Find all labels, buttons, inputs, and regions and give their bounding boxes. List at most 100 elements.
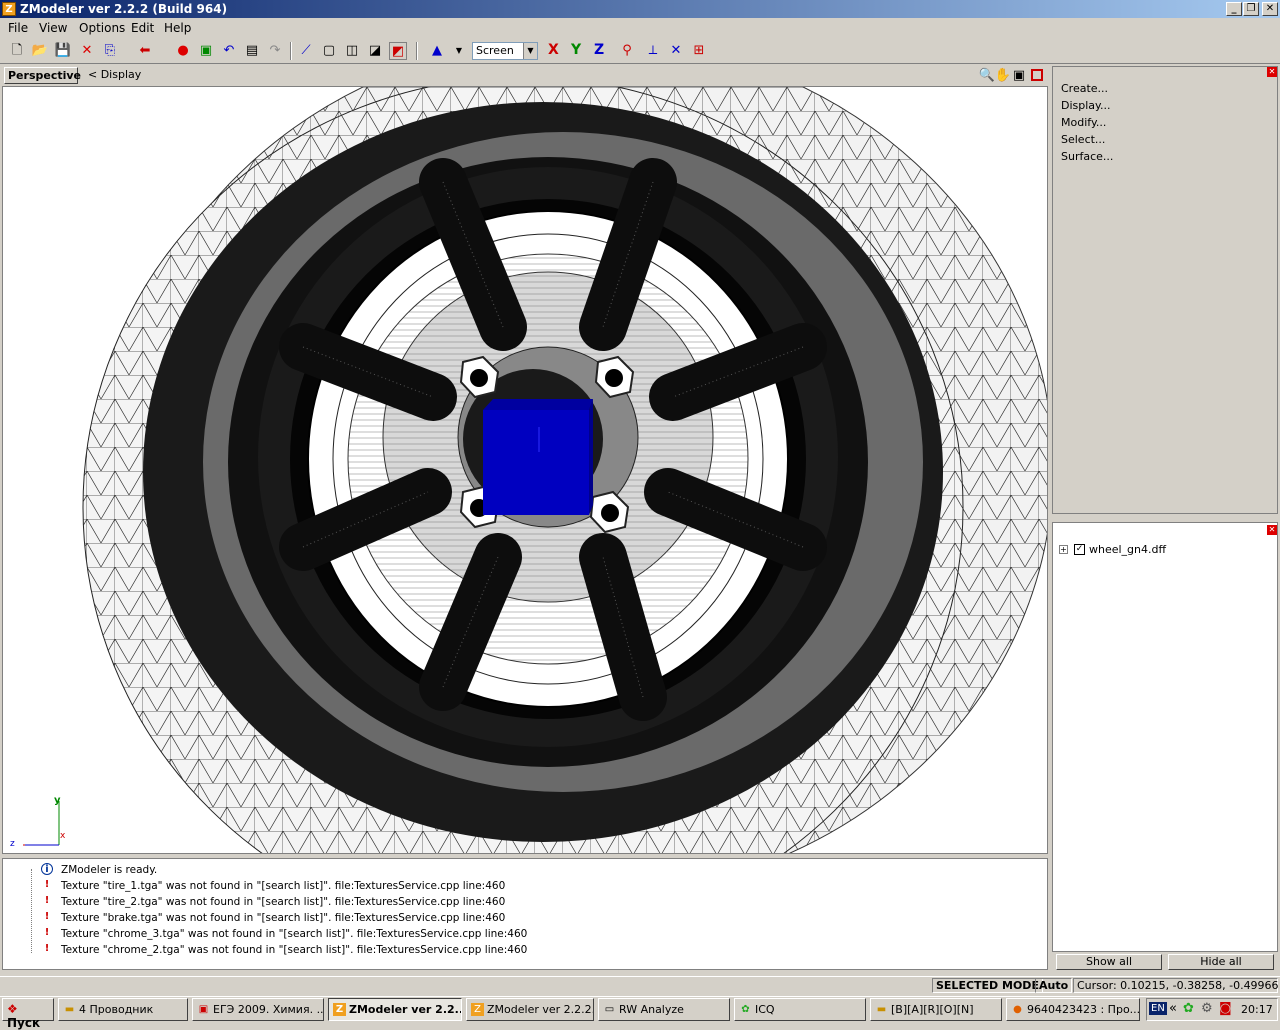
app-icon: Z bbox=[2, 2, 16, 16]
object-mode-icon[interactable]: ◪ bbox=[366, 42, 384, 60]
task-zmodeler-active[interactable]: Z ZModeler ver 2.2... bbox=[328, 998, 462, 1021]
export-icon[interactable]: ⬅ bbox=[136, 42, 154, 60]
hierarchy-panel: ✕ + ✓ wheel_gn4.dff bbox=[1052, 522, 1278, 952]
tree-checkbox[interactable]: ✓ bbox=[1074, 544, 1085, 555]
task-zmodeler[interactable]: Z ZModeler ver 2.2.2... bbox=[466, 998, 594, 1021]
folder-icon: ▬ bbox=[64, 1004, 75, 1015]
task-label: ZModeler ver 2.2... bbox=[349, 1003, 462, 1016]
redo-icon[interactable]: ↷ bbox=[266, 42, 284, 60]
task-explorer[interactable]: ▬ 4 Проводник bbox=[58, 998, 188, 1021]
axis-gizmo-icon[interactable]: ⟂ bbox=[644, 42, 662, 60]
record-icon[interactable]: ● bbox=[174, 42, 192, 60]
maximize-button[interactable]: ❐ bbox=[1243, 2, 1259, 16]
error-icon: ! bbox=[44, 895, 50, 906]
error-icon: ! bbox=[44, 911, 50, 922]
new-file-icon[interactable]: 🗋 bbox=[8, 42, 26, 60]
delete-icon[interactable]: ✕ bbox=[78, 42, 96, 60]
magnet-icon[interactable]: ⚲ bbox=[618, 42, 636, 60]
undo-icon[interactable]: ↶ bbox=[220, 42, 238, 60]
cmd-display[interactable]: Display... bbox=[1061, 99, 1110, 112]
start-button[interactable]: ❖ Пуск bbox=[2, 998, 54, 1030]
task-folder-baron[interactable]: ▬ [B][A][R][O][N] bbox=[870, 998, 1002, 1021]
axis-x-button[interactable]: X bbox=[548, 42, 559, 58]
edge-mode-icon[interactable]: ▢ bbox=[320, 42, 338, 60]
language-indicator[interactable]: EN bbox=[1149, 1002, 1167, 1015]
viewport-header bbox=[2, 65, 1048, 85]
antivirus-tray-icon[interactable]: ◙ bbox=[1219, 1001, 1232, 1016]
chevron-down-icon[interactable]: ▼ bbox=[523, 43, 537, 59]
menu-options[interactable]: Options bbox=[79, 21, 125, 35]
view-mode-select[interactable]: Screen ▼ bbox=[472, 42, 538, 60]
close-button[interactable]: ✕ bbox=[1262, 2, 1278, 16]
cmd-create[interactable]: Create... bbox=[1061, 82, 1108, 95]
axis-gizmo bbox=[23, 801, 60, 846]
status-mode: SELECTED MODE bbox=[932, 978, 1043, 993]
toolbar: 🗋 📂 💾 ✕ ⎘ ⬅ ● ▣ ↶ ▤ ↷ ⟋ ▢ ◫ ◪ ◩ ▲ ▼ ⚲ ⟂ … bbox=[0, 38, 1280, 64]
task-label: 4 Проводник bbox=[79, 1003, 154, 1016]
open-folder-icon[interactable]: 📂 bbox=[31, 42, 49, 60]
tree-expand-icon[interactable]: + bbox=[1059, 545, 1068, 554]
task-rw-analyze[interactable]: ▭ RW Analyze bbox=[598, 998, 730, 1021]
axis-z-button[interactable]: Z bbox=[594, 42, 604, 58]
folder-icon: ▬ bbox=[876, 1004, 887, 1015]
show-all-button[interactable]: Show all bbox=[1056, 954, 1162, 970]
log-line: Texture "tire_1.tga" was not found in "[… bbox=[61, 880, 506, 892]
task-pdf[interactable]: ▣ ЕГЭ 2009. Химия. ... bbox=[192, 998, 324, 1021]
stop-icon[interactable] bbox=[1031, 69, 1043, 81]
tree-item-wheel[interactable]: wheel_gn4.dff bbox=[1089, 543, 1166, 556]
menu-bar: File View Options Edit Help bbox=[0, 18, 1280, 38]
axis-y-button[interactable]: Y bbox=[571, 42, 581, 58]
cmd-modify[interactable]: Modify... bbox=[1061, 116, 1106, 129]
maximize-viewport-icon[interactable]: ▣ bbox=[1010, 67, 1028, 85]
cube-mode-icon[interactable]: ◩ bbox=[389, 42, 407, 60]
log-line: Texture "chrome_3.tga" was not found in … bbox=[61, 928, 528, 940]
task-label: RW Analyze bbox=[619, 1003, 684, 1016]
firefox-icon: ● bbox=[1013, 1004, 1022, 1015]
menu-file[interactable]: File bbox=[8, 21, 28, 35]
breadcrumb[interactable]: < Display bbox=[88, 68, 141, 81]
clock: 20:17 bbox=[1241, 1003, 1273, 1016]
cmd-surface[interactable]: Surface... bbox=[1061, 150, 1113, 163]
start-label: Пуск bbox=[7, 1016, 41, 1030]
cmd-select[interactable]: Select... bbox=[1061, 133, 1105, 146]
axis-x-label: x bbox=[60, 831, 66, 841]
save-icon[interactable]: 💾 bbox=[54, 42, 72, 60]
document-icon[interactable]: ▤ bbox=[243, 42, 261, 60]
vertex-mode-icon[interactable]: ⟋ bbox=[297, 42, 315, 60]
window-icon: ▭ bbox=[604, 1004, 615, 1015]
import-icon[interactable]: ⎘ bbox=[101, 42, 119, 60]
window-title: ZModeler ver 2.2.2 (Build 964) bbox=[20, 2, 228, 16]
tools-tray-icon[interactable]: ⚙ bbox=[1201, 1001, 1213, 1016]
minimize-button[interactable]: _ bbox=[1226, 2, 1242, 16]
tree-line bbox=[31, 869, 32, 953]
axis-cross-icon[interactable]: ✕ bbox=[667, 42, 685, 60]
log-line: Texture "brake.tga" was not found in "[s… bbox=[61, 912, 506, 924]
face-mode-icon[interactable]: ◫ bbox=[343, 42, 361, 60]
error-icon: ! bbox=[44, 879, 50, 890]
3d-viewport[interactable]: y z x bbox=[2, 86, 1048, 854]
task-label: ZModeler ver 2.2.2... bbox=[487, 1003, 594, 1016]
menu-view[interactable]: View bbox=[39, 21, 67, 35]
close-icon[interactable]: ✕ bbox=[1267, 67, 1277, 77]
pointer-icon[interactable]: ▲ bbox=[428, 42, 446, 60]
menu-edit[interactable]: Edit bbox=[131, 21, 154, 35]
task-label: 9640423423 : Про... bbox=[1027, 1003, 1140, 1016]
error-icon: ! bbox=[44, 943, 50, 954]
menu-help[interactable]: Help bbox=[164, 21, 191, 35]
tab-perspective[interactable]: Perspective bbox=[4, 67, 81, 84]
task-firefox[interactable]: ● 9640423423 : Про... bbox=[1006, 998, 1140, 1021]
task-label: ЕГЭ 2009. Химия. ... bbox=[213, 1003, 324, 1016]
tray-expand-icon[interactable]: « bbox=[1169, 1001, 1177, 1016]
log-panel: i ZModeler is ready. ! Texture "tire_1.t… bbox=[2, 858, 1048, 970]
chevron-down-icon[interactable]: ▼ bbox=[450, 42, 468, 60]
task-icq[interactable]: ✿ ICQ bbox=[734, 998, 866, 1021]
icq-tray-icon[interactable]: ✿ bbox=[1183, 1001, 1194, 1016]
axis-z-label: z bbox=[10, 839, 15, 849]
hide-all-button[interactable]: Hide all bbox=[1168, 954, 1274, 970]
axis-y-label: y bbox=[54, 795, 61, 806]
title-bar[interactable]: Z ZModeler ver 2.2.2 (Build 964) _ ❐ ✕ bbox=[0, 0, 1280, 18]
wheel-render bbox=[82, 87, 1047, 853]
close-icon[interactable]: ✕ bbox=[1267, 525, 1277, 535]
grid-icon[interactable]: ⊞ bbox=[690, 42, 708, 60]
image-icon[interactable]: ▣ bbox=[197, 42, 215, 60]
